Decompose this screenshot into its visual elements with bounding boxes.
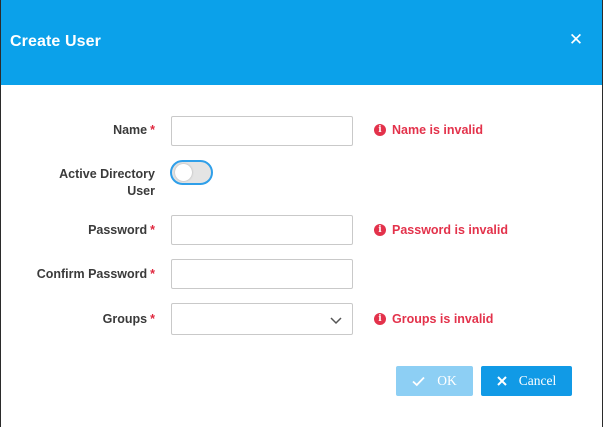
groups-label: Groups * (1, 311, 155, 328)
required-marker: * (150, 223, 155, 237)
password-input[interactable] (171, 215, 353, 245)
password-error-text: Password is invalid (392, 223, 509, 237)
dialog-header: Create User ✕ (1, 0, 602, 85)
active-directory-label-line1: Active Directory (59, 167, 155, 181)
error-info-icon: i (374, 224, 386, 236)
password-error: i Password is invalid (374, 222, 508, 238)
required-marker: * (150, 312, 155, 326)
name-error: i Name is invalid (374, 122, 483, 138)
name-input[interactable] (171, 116, 353, 146)
password-label-text: Password (88, 223, 148, 237)
dialog-title: Create User (10, 33, 101, 50)
confirm-password-label-text: Confirm Password (36, 267, 148, 281)
error-info-icon: i (374, 313, 386, 325)
active-directory-label-line2: User (127, 184, 155, 198)
check-icon (412, 376, 425, 387)
required-marker: * (150, 123, 155, 137)
groups-select[interactable] (171, 303, 353, 335)
groups-label-text: Groups (102, 312, 148, 326)
active-directory-toggle[interactable] (170, 160, 213, 185)
groups-error-text: Groups is invalid (392, 312, 494, 326)
close-icon[interactable]: ✕ (567, 30, 585, 50)
error-info-icon: i (374, 124, 386, 136)
chevron-down-icon (330, 313, 342, 331)
confirm-password-label: Confirm Password * (1, 266, 155, 283)
toggle-knob (175, 164, 192, 181)
password-label: Password * (1, 222, 155, 239)
name-error-text: Name is invalid (392, 123, 484, 137)
ok-button-label: OK (437, 373, 457, 388)
cancel-button[interactable]: Cancel (481, 366, 572, 396)
name-label-text: Name (113, 123, 148, 137)
close-icon (497, 376, 507, 386)
confirm-password-input[interactable] (171, 259, 353, 289)
required-marker: * (150, 267, 155, 281)
cancel-button-label: Cancel (518, 373, 557, 388)
create-user-dialog: Create User ✕ Name * i Name is invalid Ac… (0, 0, 603, 427)
ok-button[interactable]: OK (396, 366, 473, 396)
active-directory-label: Active Directory User (1, 166, 155, 200)
groups-error: i Groups is invalid (374, 311, 493, 327)
name-label: Name * (1, 122, 155, 139)
